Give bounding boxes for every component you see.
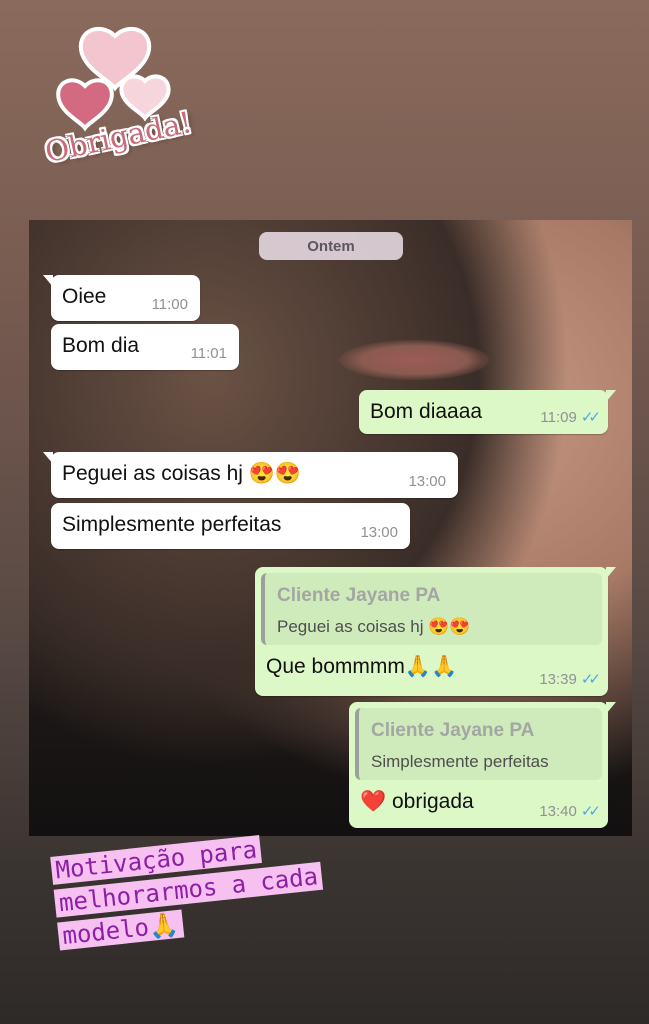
- message-time: 13:39 ✓✓: [539, 671, 601, 688]
- read-ticks-icon: ✓✓: [580, 671, 601, 688]
- quoted-sender: Cliente Jayane PA: [277, 585, 441, 606]
- message-time: 11:09 ✓✓: [540, 409, 601, 426]
- message-text: Oiee: [62, 285, 107, 308]
- message-outgoing[interactable]: Bom diaaaa 11:09 ✓✓: [359, 390, 616, 434]
- bubble-tail: [43, 452, 53, 464]
- caption-line: modelo🙏: [57, 909, 184, 951]
- bubble-tail: [606, 702, 616, 714]
- message-time: 11:01: [190, 345, 227, 362]
- message-time: 13:40 ✓✓: [539, 803, 601, 820]
- message-text: ❤️ obrigada: [360, 790, 474, 813]
- message-reply-outgoing[interactable]: Cliente Jayane PA Peguei as coisas hj 😍😍…: [255, 567, 616, 696]
- message-incoming[interactable]: Oiee 11:00: [43, 275, 200, 321]
- message-time: 13:00: [360, 524, 398, 541]
- message-text: Peguei as coisas hj 😍😍: [62, 462, 302, 485]
- quoted-text: Peguei as coisas hj 😍😍: [277, 617, 471, 636]
- quoted-sender: Cliente Jayane PA: [371, 720, 535, 741]
- message-text: Bom dia: [62, 334, 140, 357]
- bubble-tail: [43, 275, 53, 287]
- quoted-message[interactable]: Cliente Jayane PA Simplesmente perfeitas: [355, 708, 602, 780]
- background-photo: [339, 340, 489, 380]
- quoted-text: Simplesmente perfeitas: [371, 752, 549, 771]
- message-text: Simplesmente perfeitas: [62, 513, 282, 536]
- read-ticks-icon: ✓✓: [580, 803, 601, 820]
- quoted-message[interactable]: Cliente Jayane PA Peguei as coisas hj 😍😍: [261, 573, 602, 645]
- message-time: 11:00: [151, 296, 188, 313]
- message-text: Que bommmm🙏🙏: [266, 655, 458, 678]
- date-chip: Ontem: [259, 232, 403, 260]
- message-text: Bom diaaaa: [370, 400, 483, 423]
- message-incoming[interactable]: Simplesmente perfeitas 13:00: [51, 503, 410, 549]
- story-caption: Motivação para melhorarmos a cada modelo…: [50, 815, 438, 953]
- message-incoming[interactable]: Peguei as coisas hj 😍😍 13:00: [43, 452, 458, 498]
- bubble-tail: [606, 567, 616, 579]
- bubble-tail: [606, 390, 616, 402]
- chat-screenshot: Ontem Oiee 11:00 Bom dia 11:01 Bom diaaa…: [29, 220, 632, 836]
- read-ticks-icon: ✓✓: [580, 409, 601, 426]
- message-reply-outgoing[interactable]: Cliente Jayane PA Simplesmente perfeitas…: [349, 702, 616, 828]
- message-time: 13:00: [408, 473, 446, 490]
- message-incoming[interactable]: Bom dia 11:01: [51, 324, 239, 370]
- thank-you-sticker: [40, 26, 230, 196]
